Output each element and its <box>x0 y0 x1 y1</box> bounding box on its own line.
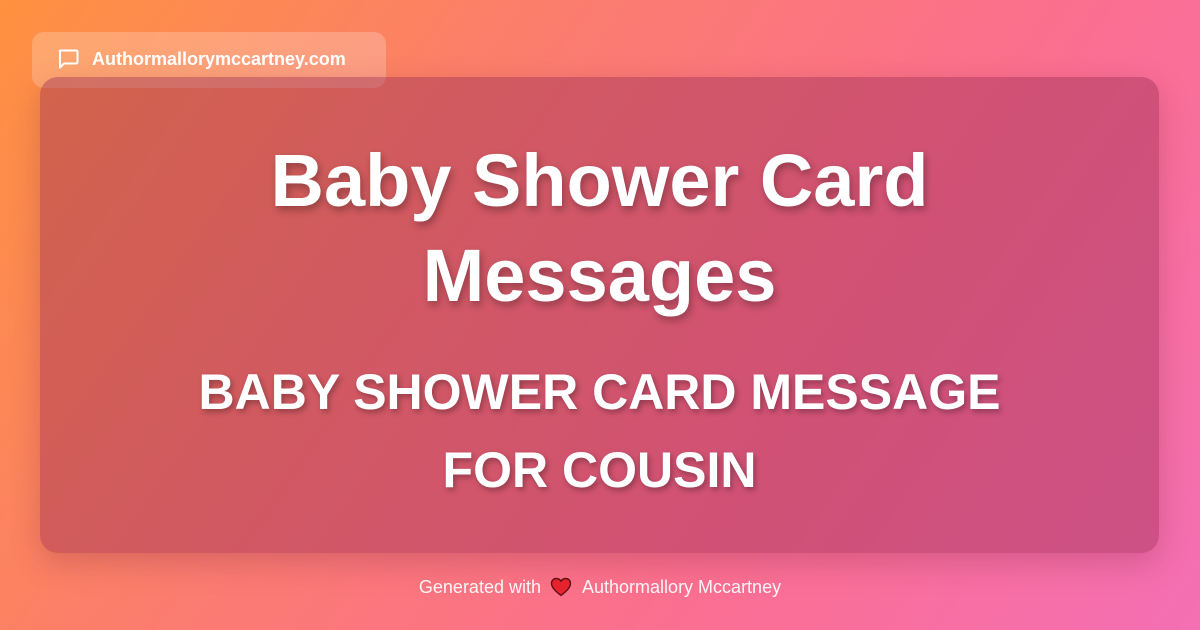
footer-author: Authormallory Mccartney <box>582 577 782 597</box>
page-title: Baby Shower Card Messages <box>40 133 1159 323</box>
site-name: Authormallorymccartney.com <box>92 49 346 69</box>
subtitle-line-2: FOR COUSIN <box>442 442 757 498</box>
heart-icon <box>550 577 572 597</box>
title-card: Baby Shower Card Messages BABY SHOWER CA… <box>40 77 1159 553</box>
page-subtitle: BABY SHOWER CARD MESSAGE FOR COUSIN <box>100 353 1099 509</box>
title-line-1: Baby Shower Card <box>270 139 929 222</box>
title-line-2: Messages <box>422 234 777 317</box>
subtitle-line-1: BABY SHOWER CARD MESSAGE <box>198 364 1001 420</box>
chat-bubble-icon <box>56 47 80 71</box>
footer-prefix: Generated with <box>418 577 541 597</box>
footer-credit: Generated with Authormallory Mccartney <box>0 576 1200 598</box>
